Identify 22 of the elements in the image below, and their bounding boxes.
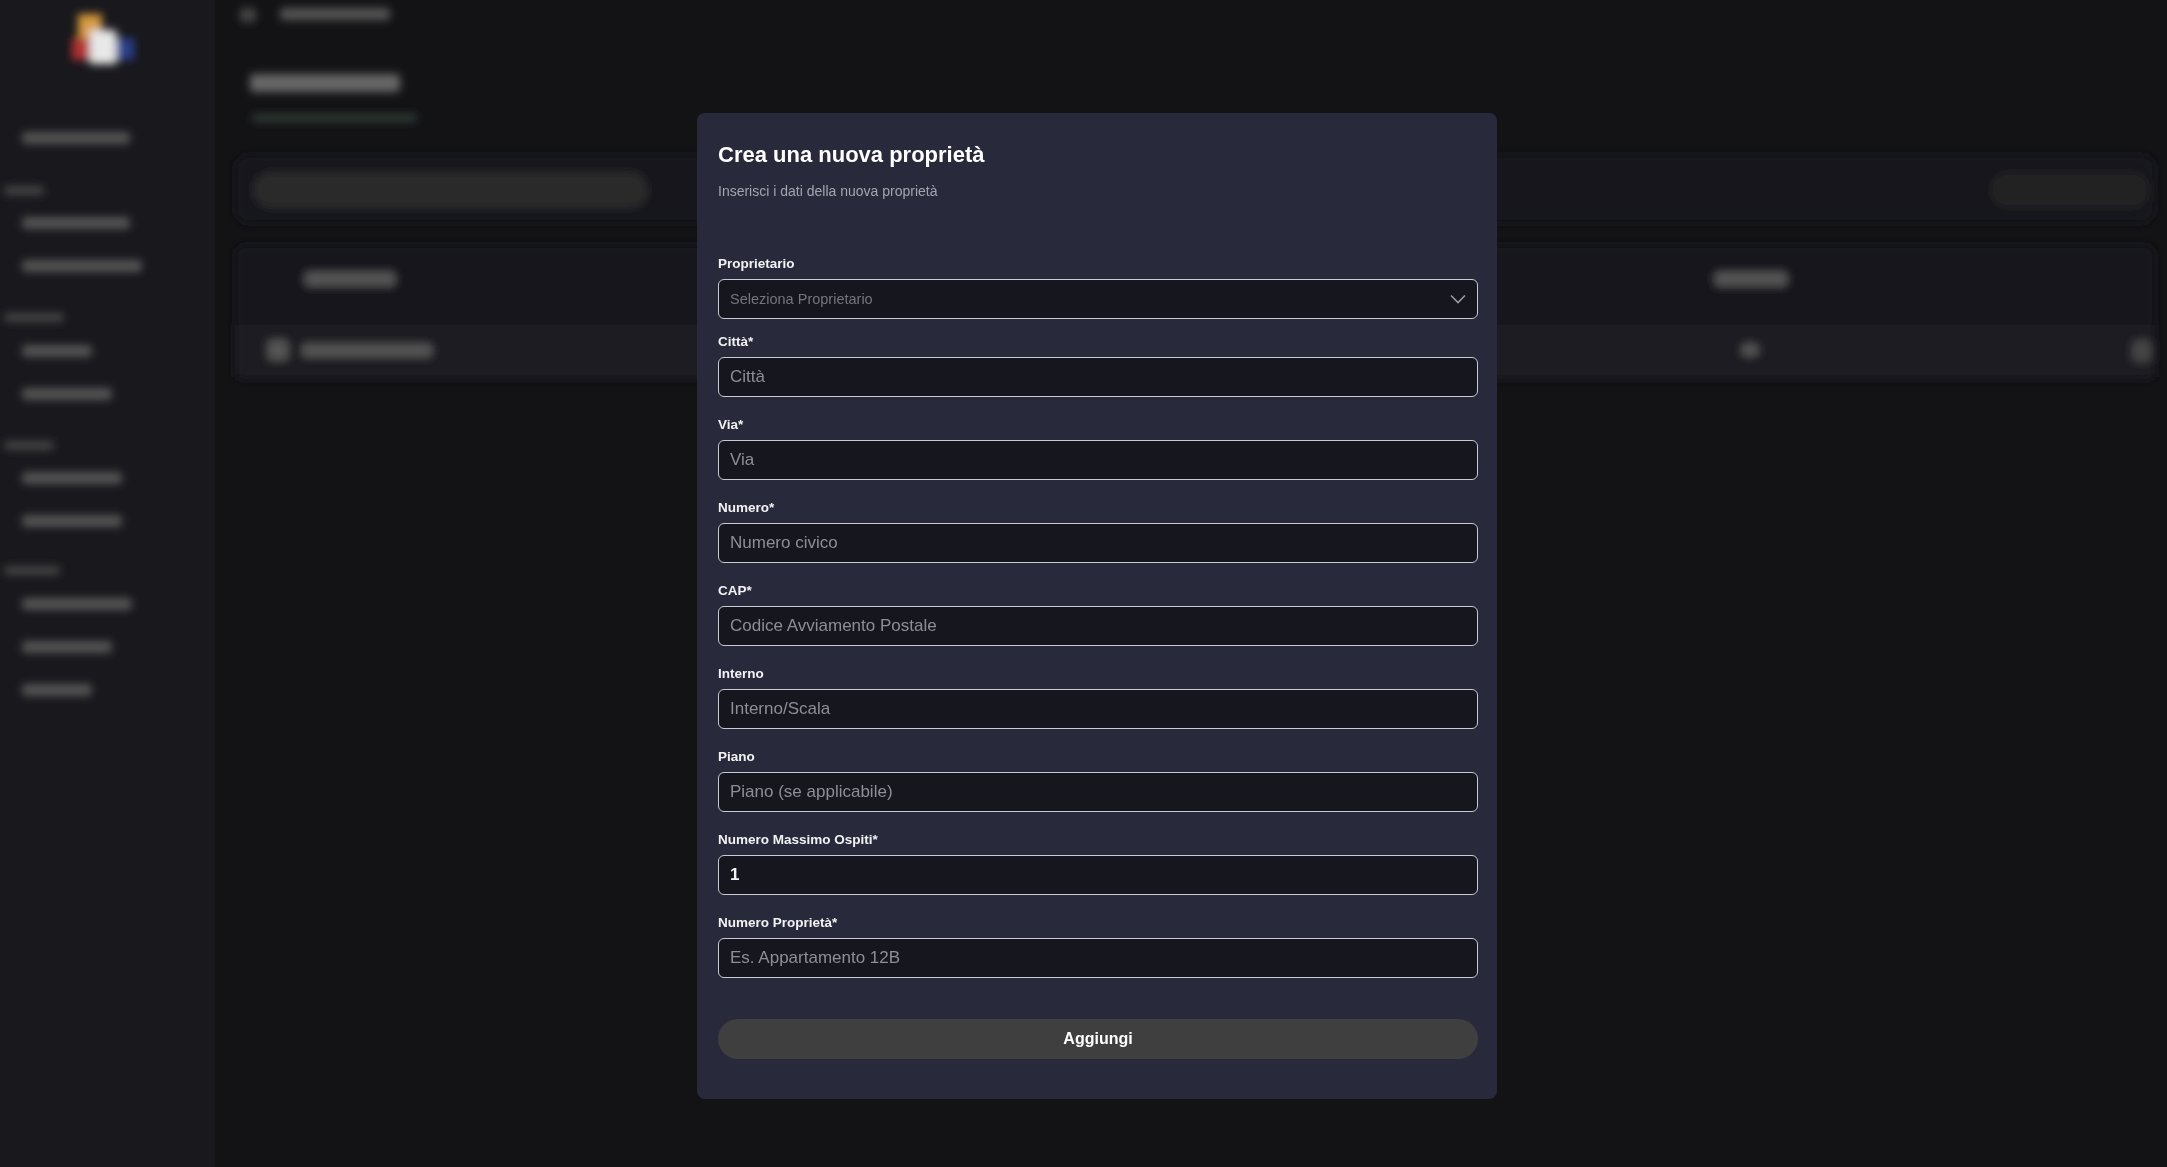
field-label: Piano xyxy=(718,749,755,765)
field-label: Numero* xyxy=(718,500,775,516)
input-field[interactable]: Interno/Scala xyxy=(718,689,1478,729)
select-field[interactable]: Seleziona Proprietario xyxy=(718,279,1478,319)
input-field[interactable]: Es. Appartamento 12B xyxy=(718,938,1478,978)
field-label: Interno xyxy=(718,666,764,682)
input-field[interactable]: Numero civico xyxy=(718,523,1478,563)
field-label: Città* xyxy=(718,334,754,350)
input-field[interactable]: Piano (se applicabile) xyxy=(718,772,1478,812)
field-label: CAP* xyxy=(718,583,752,599)
input-field[interactable]: 1 xyxy=(718,855,1478,895)
field-label: Numero Proprietà* xyxy=(718,915,838,931)
input-field[interactable]: Via xyxy=(718,440,1478,480)
input-field[interactable]: Codice Avviamento Postale xyxy=(718,606,1478,646)
field-label: Proprietario xyxy=(718,256,795,272)
dialog-title: Crea una nuova proprietà xyxy=(718,141,985,169)
input-field[interactable]: Città xyxy=(718,357,1478,397)
field-label: Numero Massimo Ospiti* xyxy=(718,832,878,848)
add-button[interactable]: Aggiungi xyxy=(718,1019,1478,1059)
field-label: Via* xyxy=(718,417,744,433)
dialog-subtitle: Inserisci i dati della nuova proprietà xyxy=(718,182,938,201)
chevron-down-icon xyxy=(1450,294,1466,304)
